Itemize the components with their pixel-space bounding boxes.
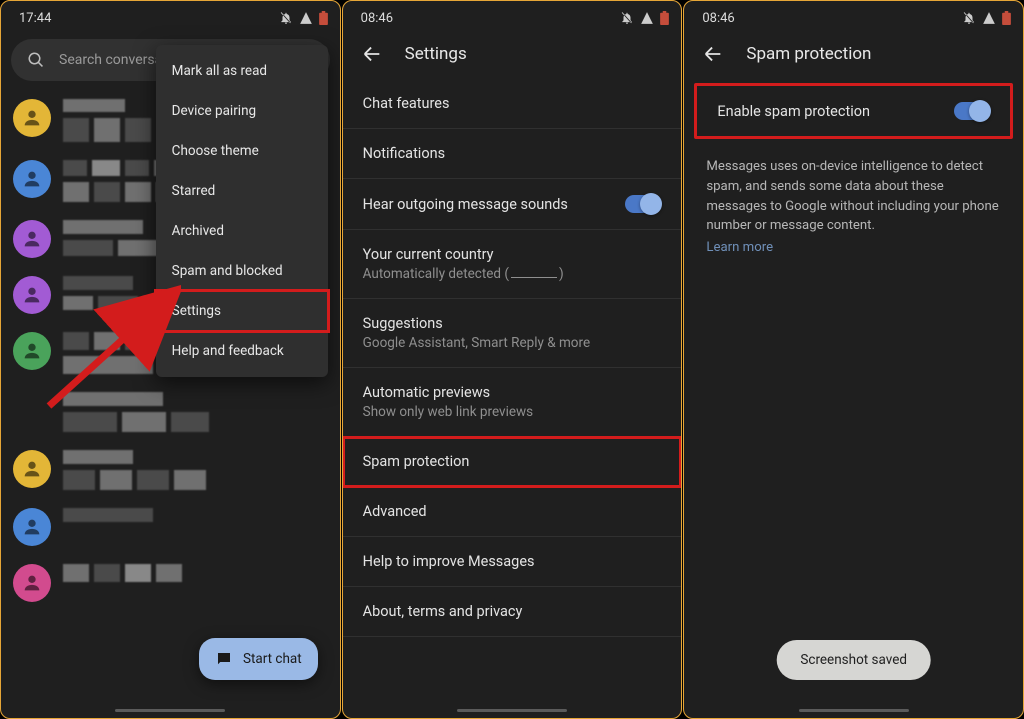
signal-icon [640,11,654,25]
app-bar: Settings [343,31,682,79]
fab-label: Start chat [243,651,302,667]
row-help-improve[interactable]: Help to improve Messages [343,537,682,587]
settings-list: Chat features Notifications Hear outgoin… [343,79,682,637]
menu-archived[interactable]: Archived [156,211,328,251]
menu-settings[interactable]: Settings [156,291,328,331]
row-current-country[interactable]: Your current country Automatically detec… [343,230,682,299]
battery-low-icon [660,11,669,25]
menu-mark-all-read[interactable]: Mark all as read [156,51,328,91]
menu-device-pairing[interactable]: Device pairing [156,91,328,131]
avatar [13,99,51,137]
conversation-row[interactable] [11,440,330,498]
chat-icon [215,650,233,668]
avatar [13,564,51,602]
nav-gesture-bar [115,709,225,712]
overflow-menu: Mark all as read Device pairing Choose t… [156,45,328,377]
row-enable-spam-protection[interactable]: Enable spam protection [697,86,1010,136]
avatar [13,450,51,488]
page-title: Settings [405,44,467,64]
row-about[interactable]: About, terms and privacy [343,587,682,637]
bell-off-icon [279,11,293,25]
row-suggestions[interactable]: SuggestionsGoogle Assistant, Smart Reply… [343,299,682,368]
row-notifications[interactable]: Notifications [343,129,682,179]
row-automatic-previews[interactable]: Automatic previewsShow only web link pre… [343,368,682,437]
search-icon [27,51,45,69]
page-title: Spam protection [746,44,871,64]
app-bar: Spam protection [684,31,1023,79]
bell-off-icon [620,11,634,25]
avatar [13,160,51,198]
avatar [13,508,51,546]
back-icon[interactable] [361,43,383,65]
redacted-text [63,392,209,432]
status-bar: 17:44 [1,1,340,31]
clock: 17:44 [19,11,51,26]
signal-icon [982,11,996,25]
spam-description: Messages uses on-device intelligence to … [684,143,1023,264]
start-chat-fab[interactable]: Start chat [199,638,318,680]
nav-gesture-bar [799,709,909,712]
clock: 08:46 [702,11,734,26]
status-bar: 08:46 [343,1,682,31]
conversation-row[interactable] [11,498,330,554]
bell-off-icon [962,11,976,25]
status-bar: 08:46 [684,1,1023,31]
menu-help-feedback[interactable]: Help and feedback [156,331,328,371]
row-hear-sounds[interactable]: Hear outgoing message sounds [343,179,682,230]
battery-low-icon [1002,11,1011,25]
menu-spam-blocked[interactable]: Spam and blocked [156,251,328,291]
battery-low-icon [319,11,328,25]
redacted-text [63,508,153,522]
panel-spam-protection: 08:46 Spam protection Enable spam protec… [683,0,1024,719]
toggle-hear-sounds[interactable] [625,195,661,213]
learn-more-link[interactable]: Learn more [706,238,1001,258]
redacted-text [63,99,151,142]
panel-settings: 08:46 Settings Chat features Notificatio… [342,0,683,719]
redacted-text [63,220,158,256]
clock: 08:46 [361,11,393,26]
redacted-text [63,564,182,582]
avatar [13,332,51,370]
row-chat-features[interactable]: Chat features [343,79,682,129]
row-spam-protection[interactable]: Spam protection [343,437,682,487]
country-subtitle: Automatically detected () [363,266,564,282]
menu-starred[interactable]: Starred [156,171,328,211]
back-icon[interactable] [702,43,724,65]
redacted-text [63,450,206,490]
screenshot-toast: Screenshot saved [776,640,931,680]
menu-choose-theme[interactable]: Choose theme [156,131,328,171]
highlight-annotation: Enable spam protection [694,83,1013,139]
avatar [13,220,51,258]
redacted-text [63,276,165,310]
row-advanced[interactable]: Advanced [343,487,682,537]
conversation-row[interactable] [11,554,330,610]
signal-icon [299,11,313,25]
toggle-enable-spam[interactable] [954,102,990,120]
nav-gesture-bar [457,709,567,712]
avatar [13,276,51,314]
conversation-row[interactable] [11,382,330,440]
panel-messages-home: 17:44 Search conversations [0,0,341,719]
